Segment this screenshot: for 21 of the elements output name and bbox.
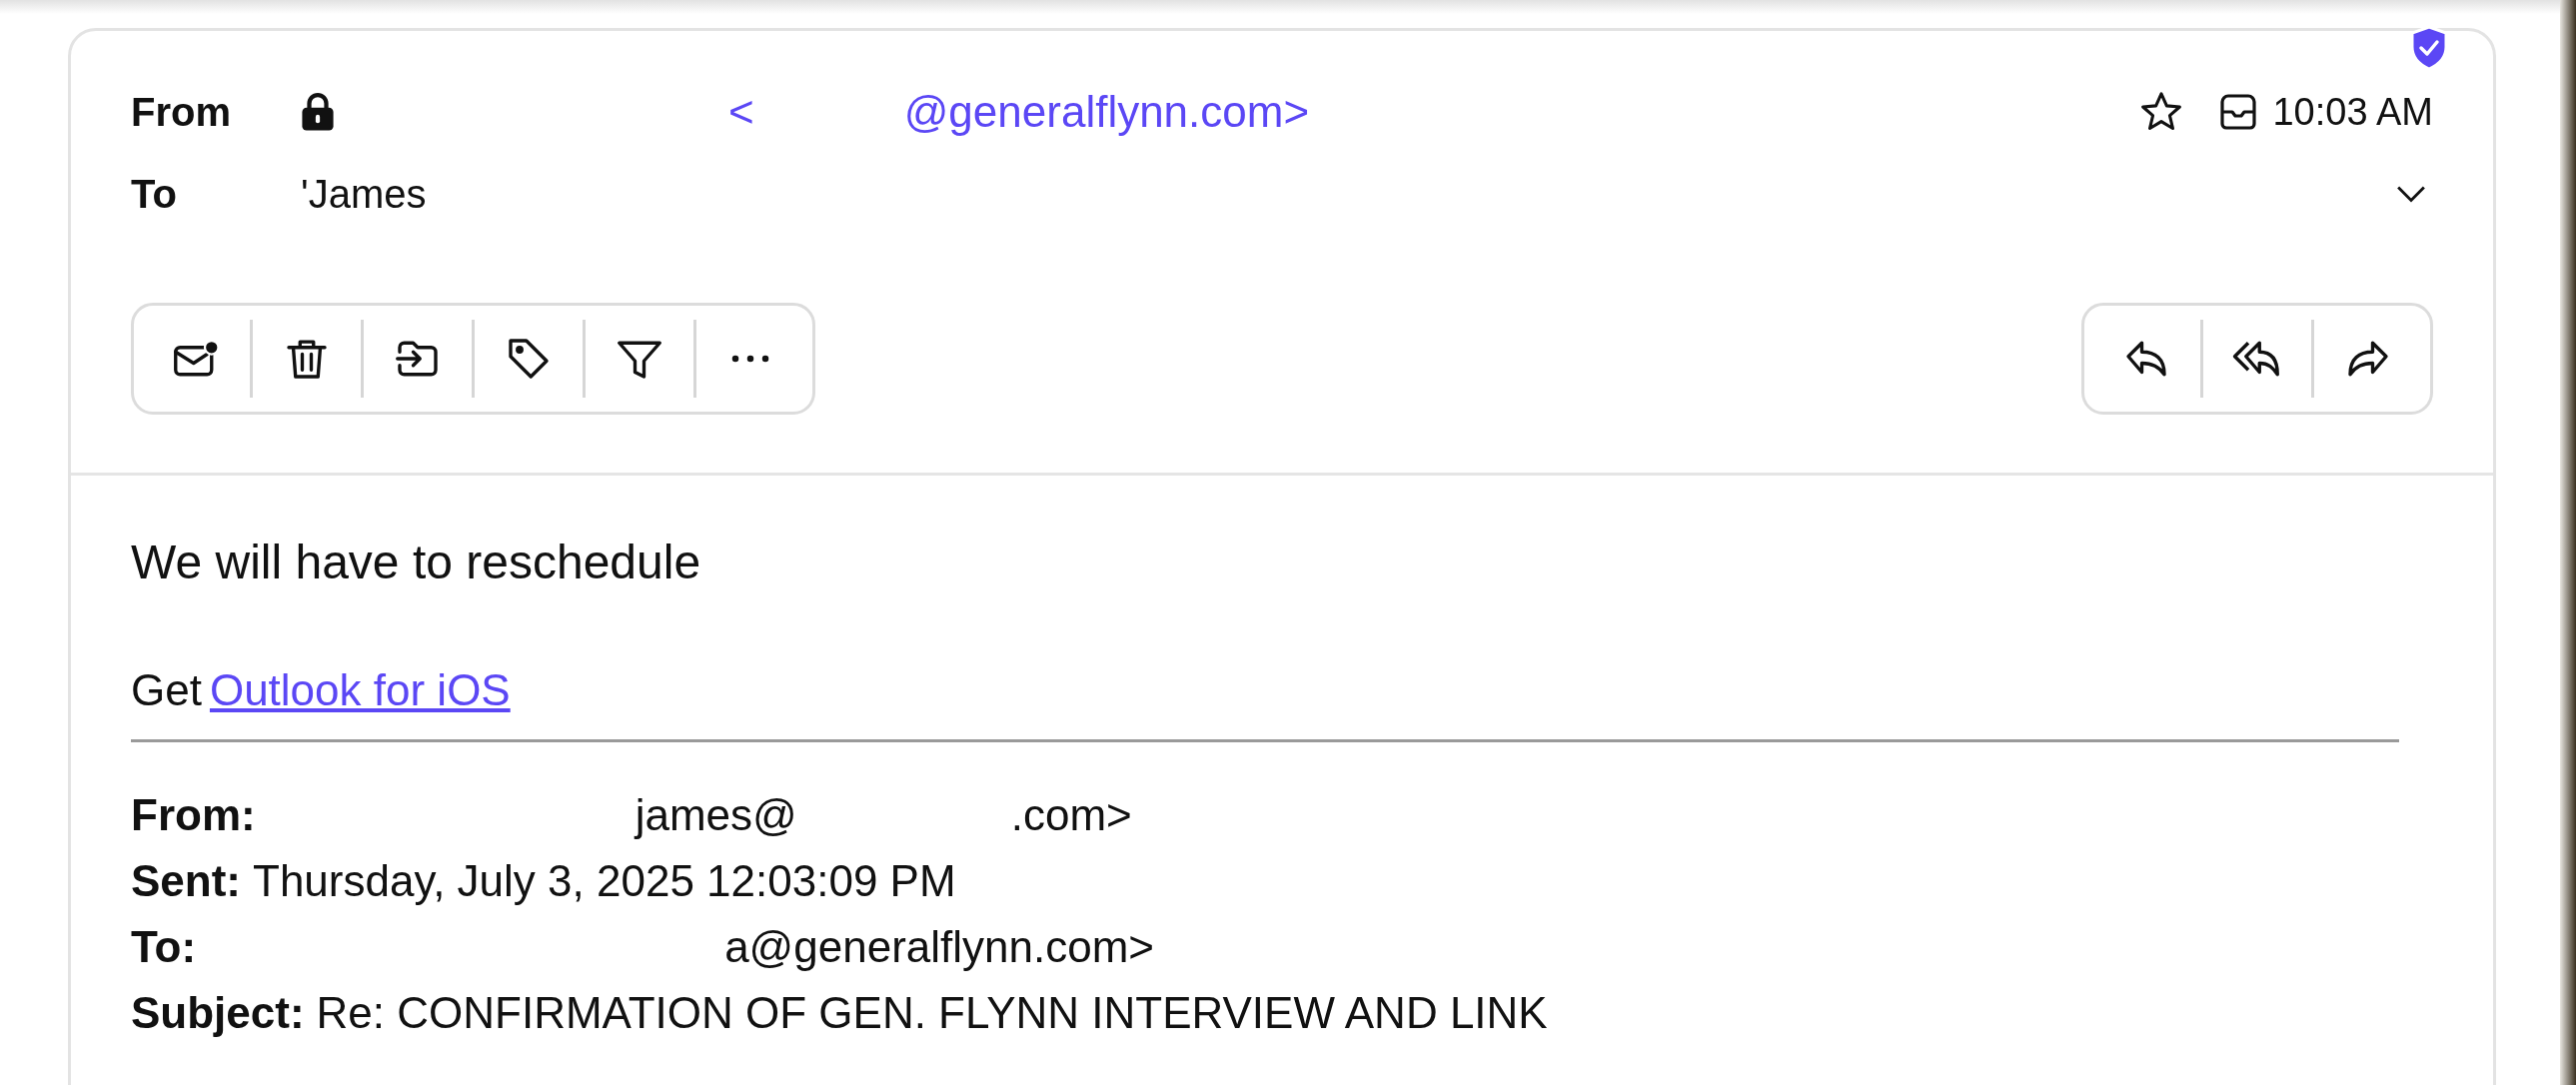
chevron-down-icon[interactable]: [2395, 185, 2427, 203]
recipient-name[interactable]: 'James: [301, 171, 427, 217]
quoted-field-label: Subject:: [131, 988, 305, 1037]
sender-address[interactable]: <: [728, 87, 754, 137]
quoted-field-label: From:: [131, 790, 256, 839]
to-label: To: [131, 171, 178, 217]
quoted-field-value: Re: CONFIRMATION OF GEN. FLYNN INTERVIEW AND LINK: [316, 988, 1548, 1037]
quoted-field-label: To:: [131, 922, 197, 971]
message-text: We will have to reschedule: [131, 535, 702, 590]
quoted-field-value: Thursday, July 3, 2025 12:03:09 PM: [253, 856, 956, 905]
quoted-field-label: Sent:: [131, 856, 241, 905]
from-label: From: [131, 89, 232, 135]
signature-text: Get: [131, 665, 202, 714]
quoted-field-value: .com>: [1010, 790, 1132, 839]
more-icon: [730, 354, 770, 364]
outlook-link[interactable]: Outlook for iOS: [209, 665, 511, 714]
sender-address[interactable]: @generalflynn.com>: [903, 87, 1310, 137]
received-time: 10:03 AM: [2272, 90, 2433, 134]
quoted-field-value: james@: [635, 790, 797, 839]
quoted-field-value: a@generalflynn.com>: [724, 922, 1155, 971]
lock-icon: [301, 92, 335, 132]
